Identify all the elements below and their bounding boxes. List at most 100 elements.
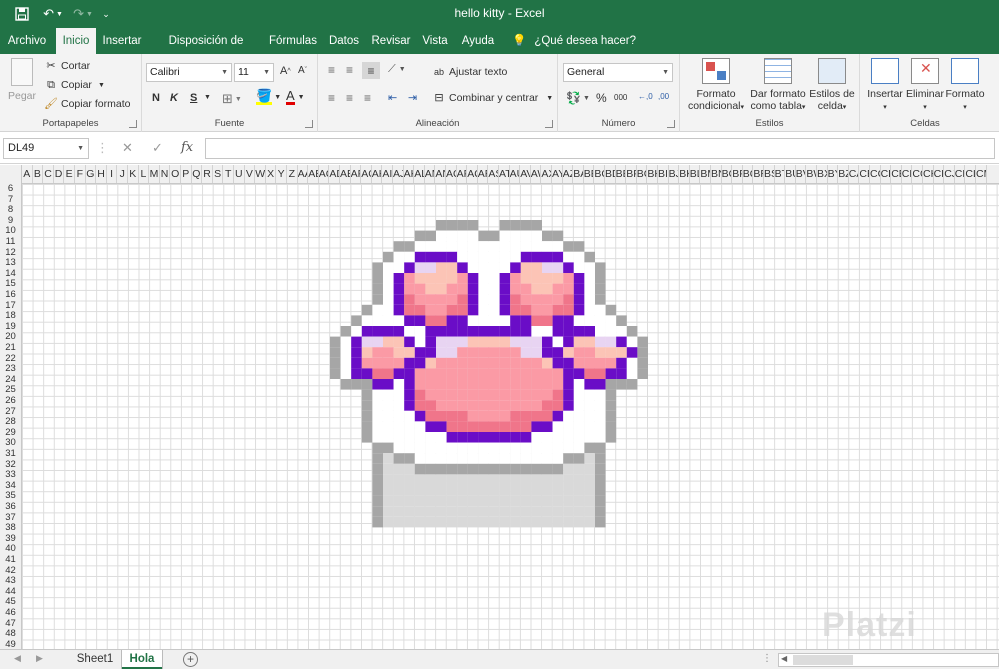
- column-header[interactable]: W: [255, 165, 266, 183]
- paste-button[interactable]: Pegar: [6, 58, 38, 102]
- column-header[interactable]: G: [86, 165, 97, 183]
- column-header[interactable]: R: [202, 165, 213, 183]
- name-box[interactable]: DL49 ▼: [3, 138, 89, 159]
- column-header[interactable]: O: [170, 165, 181, 183]
- column-header[interactable]: CH: [923, 165, 934, 183]
- column-header[interactable]: BA: [573, 165, 584, 183]
- percent-button[interactable]: %: [596, 91, 607, 105]
- decrease-decimal-icon[interactable]: ,00: [658, 92, 669, 101]
- column-header[interactable]: C: [43, 165, 54, 183]
- column-header[interactable]: BG: [637, 165, 648, 183]
- column-header[interactable]: CD: [881, 165, 892, 183]
- sheet-options-icon[interactable]: ⋮: [762, 653, 772, 664]
- column-header[interactable]: AL: [414, 165, 425, 183]
- row-header[interactable]: 31: [0, 448, 21, 460]
- column-header[interactable]: BD: [605, 165, 616, 183]
- align-top-icon[interactable]: ≡: [328, 63, 335, 77]
- column-header[interactable]: BU: [785, 165, 796, 183]
- tab-datos[interactable]: Datos: [326, 28, 362, 54]
- cancel-icon[interactable]: ✕: [122, 140, 133, 156]
- column-header[interactable]: CC: [870, 165, 881, 183]
- column-header[interactable]: BK: [679, 165, 690, 183]
- column-header[interactable]: H: [96, 165, 107, 183]
- tab-disposicion[interactable]: Disposición de página: [152, 28, 260, 73]
- column-header[interactable]: CA: [849, 165, 860, 183]
- row-header[interactable]: 21: [0, 342, 21, 354]
- delete-cells-button[interactable]: ✕ Eliminar ▾: [904, 58, 946, 114]
- column-header[interactable]: S: [213, 165, 224, 183]
- alignment-launcher-icon[interactable]: [545, 120, 553, 128]
- align-right-icon[interactable]: ≡: [364, 91, 371, 105]
- thousands-button[interactable]: 000: [614, 93, 627, 102]
- sheet-tab-sheet1[interactable]: Sheet1: [70, 650, 120, 669]
- column-header[interactable]: AE: [340, 165, 351, 183]
- column-header[interactable]: BN: [711, 165, 722, 183]
- align-bottom-icon[interactable]: ≡: [362, 62, 380, 79]
- font-name-select[interactable]: Calibri ▼: [146, 63, 232, 82]
- formula-input[interactable]: [205, 138, 995, 159]
- column-header[interactable]: AH: [372, 165, 383, 183]
- tab-inicio[interactable]: Inicio: [56, 28, 96, 55]
- tab-insertar[interactable]: Insertar: [100, 28, 144, 54]
- column-header[interactable]: CF: [902, 165, 913, 183]
- column-header[interactable]: BH: [647, 165, 658, 183]
- column-header[interactable]: CG: [912, 165, 923, 183]
- decrease-indent-icon[interactable]: ⇤: [388, 91, 397, 104]
- tell-me-search[interactable]: 💡 ¿Qué desea hacer?: [512, 28, 636, 54]
- column-header[interactable]: CJ: [944, 165, 955, 183]
- column-header[interactable]: AB: [308, 165, 319, 183]
- increase-indent-icon[interactable]: ⇥: [408, 91, 417, 104]
- column-header[interactable]: BT: [775, 165, 786, 183]
- column-header[interactable]: T: [223, 165, 234, 183]
- column-header[interactable]: AI: [382, 165, 393, 183]
- column-header[interactable]: B: [33, 165, 44, 183]
- sheet-tab-hola[interactable]: Hola: [122, 650, 162, 669]
- column-header[interactable]: J: [117, 165, 128, 183]
- align-left-icon[interactable]: ≡: [328, 91, 335, 105]
- column-header[interactable]: AO: [446, 165, 457, 183]
- column-header[interactable]: AR: [478, 165, 489, 183]
- number-format-select[interactable]: General ▼: [563, 63, 673, 82]
- column-header[interactable]: AK: [404, 165, 415, 183]
- column-header[interactable]: L: [139, 165, 150, 183]
- column-header[interactable]: AD: [329, 165, 340, 183]
- column-header[interactable]: BZ: [838, 165, 849, 183]
- column-header[interactable]: AY: [552, 165, 563, 183]
- column-header[interactable]: BL: [690, 165, 701, 183]
- scroll-left-icon[interactable]: ◀: [781, 654, 787, 663]
- row-header[interactable]: 16: [0, 289, 21, 301]
- prev-sheet-icon[interactable]: ◀: [14, 653, 21, 664]
- format-cells-button[interactable]: Formato ▾: [944, 58, 986, 114]
- select-all-corner[interactable]: [0, 165, 22, 184]
- row-header[interactable]: 11: [0, 236, 21, 248]
- font-color-icon[interactable]: A ▼: [286, 89, 305, 105]
- column-header[interactable]: AF: [351, 165, 362, 183]
- enter-icon[interactable]: ✓: [152, 140, 163, 156]
- column-header[interactable]: N: [160, 165, 171, 183]
- column-header[interactable]: Y: [276, 165, 287, 183]
- column-header[interactable]: CK: [955, 165, 966, 183]
- column-header[interactable]: BI: [658, 165, 669, 183]
- borders-icon[interactable]: ⊞ ▼: [222, 91, 242, 107]
- italic-button[interactable]: K: [170, 92, 178, 104]
- column-header[interactable]: AP: [457, 165, 468, 183]
- format-as-table-button[interactable]: Dar formato como tabla▾: [748, 58, 808, 114]
- align-center-icon[interactable]: ≡: [346, 91, 353, 105]
- column-header[interactable]: AX: [541, 165, 552, 183]
- column-header[interactable]: CL: [965, 165, 976, 183]
- copy-button[interactable]: ⧉ Copiar ▼: [44, 78, 105, 92]
- row-header[interactable]: 6: [0, 184, 21, 195]
- row-header[interactable]: 36: [0, 501, 21, 513]
- column-header[interactable]: BW: [806, 165, 817, 183]
- fill-color-icon[interactable]: 🪣 ▼: [256, 89, 281, 105]
- column-header[interactable]: V: [245, 165, 256, 183]
- column-header[interactable]: AG: [361, 165, 372, 183]
- column-header[interactable]: BQ: [743, 165, 754, 183]
- insert-cells-button[interactable]: Insertar ▾: [864, 58, 906, 114]
- column-header[interactable]: F: [75, 165, 86, 183]
- row-header[interactable]: 41: [0, 554, 21, 566]
- scroll-thumb[interactable]: [793, 655, 853, 665]
- column-header[interactable]: U: [234, 165, 245, 183]
- column-header[interactable]: BF: [626, 165, 637, 183]
- column-header[interactable]: AM: [425, 165, 436, 183]
